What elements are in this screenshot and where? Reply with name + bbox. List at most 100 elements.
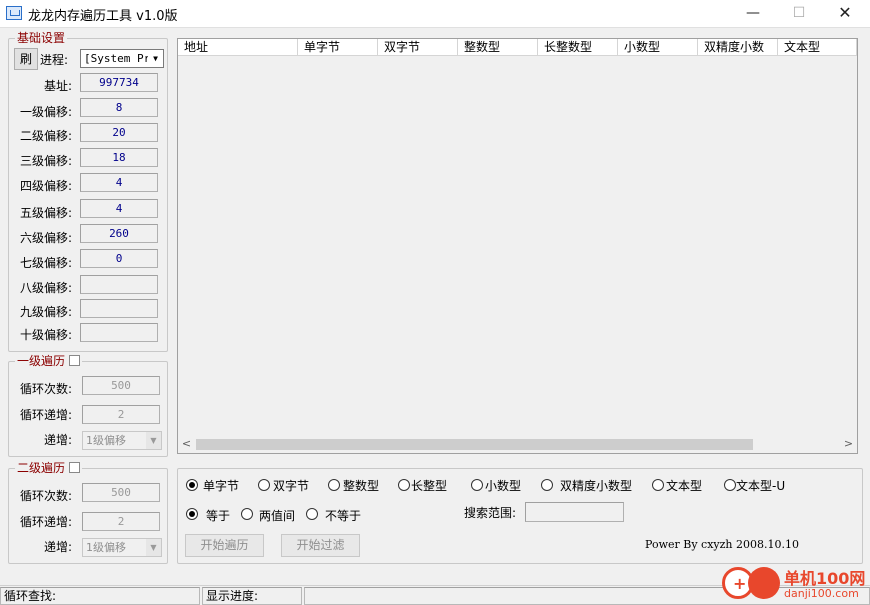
scroll-left-icon[interactable]: <	[178, 436, 195, 453]
base-address-field[interactable]: 997734	[80, 73, 158, 92]
offset-label-7: 七级偏移:	[19, 256, 72, 270]
chevron-down-icon[interactable]: ▼	[146, 432, 161, 449]
offset-label-2: 二级偏移:	[19, 129, 72, 143]
type-radio-word[interactable]	[258, 479, 270, 491]
compare-radio-not-equal[interactable]	[306, 508, 318, 520]
search-range-label: 搜索范围:	[464, 506, 517, 520]
column-int[interactable]: 整数型	[458, 39, 538, 56]
loop2-step-field[interactable]: 2	[82, 512, 160, 531]
chevron-down-icon[interactable]: ▼	[146, 539, 161, 556]
compare-radio-between[interactable]	[241, 508, 253, 520]
result-listview[interactable]: 地址 单字节 双字节 整数型 长整数型 小数型 双精度小数 文本型 < >	[177, 38, 858, 454]
search-range-field[interactable]	[525, 502, 624, 522]
chevron-down-icon[interactable]: ▼	[148, 50, 163, 67]
listview-header: 地址 单字节 双字节 整数型 长整数型 小数型 双精度小数 文本型	[178, 39, 857, 56]
column-double[interactable]: 双精度小数	[698, 39, 778, 56]
offset-label-6: 六级偏移:	[19, 231, 72, 245]
watermark-circle-icon	[748, 567, 780, 599]
offset-label-8: 八级偏移:	[19, 281, 72, 295]
offset-field-4[interactable]: 4	[80, 173, 158, 192]
type-radio-float[interactable]	[471, 479, 483, 491]
loop1-inc-label: 递增:	[43, 433, 72, 447]
title-bar: 龙龙内存遍历工具 v1.0版 — ☐ ✕	[0, 0, 870, 28]
watermark-logo: + 单机100网 danji100.com	[722, 563, 870, 605]
status-loop-find: 循环查找:	[0, 587, 200, 605]
loop1-checkbox[interactable]	[69, 355, 81, 366]
offset-label-4: 四级偏移:	[19, 179, 72, 193]
loop2-checkbox[interactable]	[69, 462, 81, 473]
start-traverse-button[interactable]: 开始遍历	[185, 534, 264, 557]
type-label-float[interactable]: 小数型	[485, 477, 521, 494]
loop2-step-label: 循环递增:	[19, 515, 72, 529]
close-button[interactable]: ✕	[822, 0, 868, 28]
loop2-inc-label: 递增:	[43, 540, 72, 554]
base-address-label: 基址:	[43, 79, 72, 93]
type-radio-text-unicode[interactable]	[724, 479, 736, 491]
loop1-inc-select[interactable]: 1级偏移 ▼	[82, 431, 162, 450]
loop1-step-field[interactable]: 2	[82, 405, 160, 424]
type-radio-byte[interactable]	[186, 479, 198, 491]
offset-label-10: 十级偏移:	[19, 328, 72, 342]
offset-field-5[interactable]: 4	[80, 199, 158, 218]
window-title: 龙龙内存遍历工具 v1.0版	[28, 9, 178, 24]
offset-label-9: 九级偏移:	[19, 305, 72, 319]
process-label: 进程:	[40, 53, 69, 67]
maximize-button[interactable]: ☐	[776, 0, 822, 28]
column-text[interactable]: 文本型	[778, 39, 857, 56]
loop1-inc-value: 1级偏移	[86, 434, 126, 447]
offset-field-9[interactable]	[80, 299, 158, 318]
column-word[interactable]: 双字节	[378, 39, 458, 56]
compare-label-between[interactable]: 两值间	[259, 507, 295, 524]
loop1-title-text: 一级遍历	[17, 354, 66, 368]
scroll-right-icon[interactable]: >	[840, 436, 857, 453]
offset-field-8[interactable]	[80, 275, 158, 294]
type-label-int[interactable]: 整数型	[343, 477, 379, 494]
refresh-button[interactable]: 刷	[14, 48, 38, 70]
offset-label-1: 一级偏移:	[19, 105, 72, 119]
column-float[interactable]: 小数型	[618, 39, 698, 56]
loop1-count-label: 循环次数:	[19, 382, 72, 396]
offset-field-3[interactable]: 18	[80, 148, 158, 167]
offset-field-7[interactable]: 0	[80, 249, 158, 268]
loop1-step-label: 循环递增:	[19, 408, 72, 422]
compare-radio-equal[interactable]	[186, 508, 198, 520]
offset-label-3: 三级偏移:	[19, 154, 72, 168]
type-label-double[interactable]: 双精度小数型	[560, 477, 632, 494]
type-label-long[interactable]: 长整型	[411, 477, 447, 494]
type-label-text[interactable]: 文本型	[666, 477, 702, 494]
offset-field-1[interactable]: 8	[80, 98, 158, 117]
offset-field-2[interactable]: 20	[80, 123, 158, 142]
type-radio-text[interactable]	[652, 479, 664, 491]
loop2-title-text: 二级遍历	[17, 461, 66, 475]
start-filter-button[interactable]: 开始过滤	[281, 534, 360, 557]
compare-label-equal[interactable]: 等于	[206, 507, 230, 524]
scroll-thumb[interactable]	[196, 439, 753, 450]
process-select[interactable]: [System Pr ▼	[80, 49, 164, 68]
app-icon	[6, 6, 22, 20]
column-byte[interactable]: 单字节	[298, 39, 378, 56]
type-radio-long[interactable]	[398, 479, 410, 491]
loop2-count-field[interactable]: 500	[82, 483, 160, 502]
power-by-text: Power By cxyzh 2008.10.10	[645, 538, 799, 551]
column-long[interactable]: 长整数型	[538, 39, 618, 56]
type-label-text-unicode[interactable]: 文本型-U	[736, 477, 785, 494]
status-progress: 显示进度:	[202, 587, 302, 605]
type-label-byte[interactable]: 单字节	[203, 477, 239, 494]
loop1-title[interactable]: 一级遍历	[15, 354, 83, 368]
type-radio-double[interactable]	[541, 479, 553, 491]
loop2-inc-select[interactable]: 1级偏移 ▼	[82, 538, 162, 557]
loop1-count-field[interactable]: 500	[82, 376, 160, 395]
compare-label-not-equal[interactable]: 不等于	[325, 507, 361, 524]
process-select-value: [System Pr	[84, 52, 151, 65]
watermark-text-en: danji100.com	[784, 587, 859, 600]
offset-field-6[interactable]: 260	[80, 224, 158, 243]
loop2-title[interactable]: 二级遍历	[15, 461, 83, 475]
type-radio-int[interactable]	[328, 479, 340, 491]
basic-settings-title: 基础设置	[15, 31, 68, 45]
offset-field-10[interactable]	[80, 323, 158, 342]
type-label-word[interactable]: 双字节	[273, 477, 309, 494]
horizontal-scrollbar[interactable]: < >	[178, 436, 857, 453]
watermark-text-cn: 单机100网	[784, 569, 866, 588]
column-address[interactable]: 地址	[178, 39, 298, 56]
minimize-button[interactable]: —	[730, 0, 776, 28]
